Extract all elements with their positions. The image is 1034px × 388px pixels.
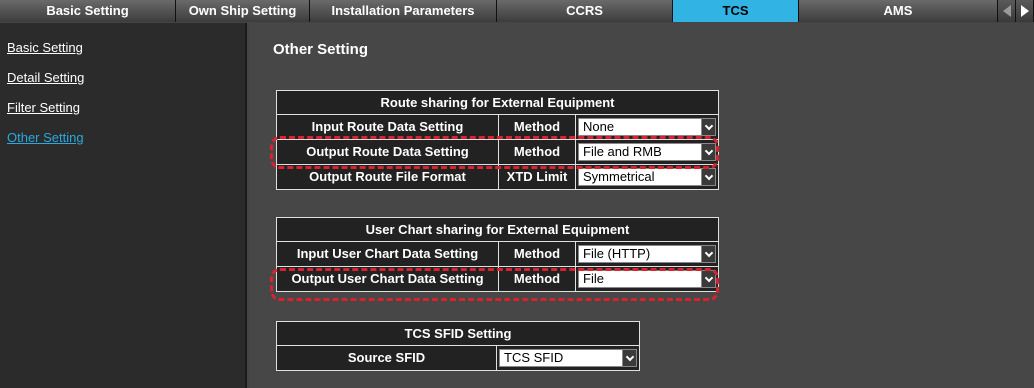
- xtd-limit-label: XTD Limit: [506, 169, 568, 184]
- tab-next-button[interactable]: [1016, 0, 1034, 22]
- sidebar-item-filter-setting[interactable]: Filter Setting: [7, 100, 80, 115]
- tcs-sfid-panel: TCS SFID Setting Source SFID TCS SFID: [276, 321, 640, 371]
- xtd-limit-select[interactable]: Symmetrical: [578, 168, 716, 186]
- divider: [575, 115, 576, 139]
- source-sfid-select[interactable]: TCS SFID: [499, 349, 637, 367]
- chevron-down-icon: [625, 352, 634, 361]
- route-row-output: Output Route Data Setting Method File an…: [277, 140, 718, 165]
- input-user-chart-label: Input User Chart Data Setting: [296, 246, 479, 261]
- select-value: Symmetrical: [583, 169, 655, 184]
- tab-ams[interactable]: AMS: [799, 0, 998, 22]
- user-chart-row-input: Input User Chart Data Setting Method Fil…: [277, 242, 718, 267]
- select-value: TCS SFID: [504, 350, 564, 365]
- dropdown-button[interactable]: [622, 350, 636, 366]
- select-value: File: [583, 271, 604, 286]
- divider: [575, 165, 576, 189]
- dropdown-button[interactable]: [701, 169, 715, 185]
- sfid-row: Source SFID TCS SFID: [277, 346, 639, 371]
- tab-installation-parameters[interactable]: Installation Parameters: [310, 0, 497, 22]
- tab-tcs[interactable]: TCS: [673, 0, 799, 22]
- user-chart-sharing-panel: User Chart sharing for External Equipmen…: [276, 217, 719, 292]
- input-route-method-select[interactable]: None: [578, 118, 716, 136]
- route-sharing-header: Route sharing for External Equipment: [277, 91, 718, 115]
- tab-basic-setting[interactable]: Basic Setting: [0, 0, 176, 22]
- tcs-sfid-header: TCS SFID Setting: [277, 322, 639, 346]
- arrow-right-icon: [1020, 5, 1029, 17]
- output-route-label: Output Route Data Setting: [306, 144, 469, 159]
- page-title: Other Setting: [273, 41, 369, 58]
- arrow-left-icon: [1002, 5, 1011, 17]
- sidebar: Basic Setting Detail Setting Filter Sett…: [0, 23, 247, 388]
- route-row-input: Input Route Data Setting Method None: [277, 115, 718, 140]
- dropdown-button[interactable]: [701, 119, 715, 135]
- select-value: File (HTTP): [583, 246, 651, 261]
- sidebar-item-detail-setting[interactable]: Detail Setting: [7, 70, 84, 85]
- output-route-method-select[interactable]: File and RMB: [578, 143, 716, 161]
- output-route-file-format-label: Output Route File Format: [309, 169, 466, 184]
- input-user-chart-param: Method: [513, 246, 561, 261]
- chevron-down-icon: [704, 248, 713, 257]
- main-content: Other Setting Route sharing for External…: [249, 23, 1034, 388]
- output-route-param: Method: [513, 144, 561, 159]
- tab-own-ship-setting[interactable]: Own Ship Setting: [176, 0, 310, 22]
- select-value: File and RMB: [583, 144, 662, 159]
- dropdown-button[interactable]: [701, 271, 715, 287]
- route-row-format: Output Route File Format XTD Limit Symme…: [277, 165, 718, 190]
- sidebar-item-basic-setting[interactable]: Basic Setting: [7, 40, 83, 55]
- divider: [575, 267, 576, 291]
- route-sharing-panel: Route sharing for External Equipment Inp…: [276, 90, 719, 190]
- tab-bar: Basic Setting Own Ship Setting Installat…: [0, 0, 1034, 22]
- select-value: None: [583, 119, 615, 134]
- dropdown-button[interactable]: [701, 246, 715, 262]
- tab-ccrs[interactable]: CCRS: [497, 0, 673, 22]
- source-sfid-label: Source SFID: [347, 350, 426, 365]
- chevron-down-icon: [704, 171, 713, 180]
- output-user-chart-param: Method: [513, 271, 561, 286]
- user-chart-row-output: Output User Chart Data Setting Method Fi…: [277, 267, 718, 292]
- chevron-down-icon: [704, 121, 713, 130]
- tab-prev-button[interactable]: [998, 0, 1016, 22]
- divider: [575, 242, 576, 266]
- chevron-down-icon: [704, 273, 713, 282]
- input-user-chart-method-select[interactable]: File (HTTP): [578, 245, 716, 263]
- input-route-label: Input Route Data Setting: [311, 119, 464, 134]
- output-user-chart-method-select[interactable]: File: [578, 270, 716, 288]
- sidebar-item-other-setting[interactable]: Other Setting: [7, 130, 84, 145]
- output-user-chart-label: Output User Chart Data Setting: [291, 271, 484, 286]
- divider: [496, 346, 497, 370]
- chevron-down-icon: [704, 146, 713, 155]
- user-chart-sharing-header: User Chart sharing for External Equipmen…: [277, 218, 718, 242]
- dropdown-button[interactable]: [701, 144, 715, 160]
- divider: [575, 140, 576, 164]
- input-route-param: Method: [513, 119, 561, 134]
